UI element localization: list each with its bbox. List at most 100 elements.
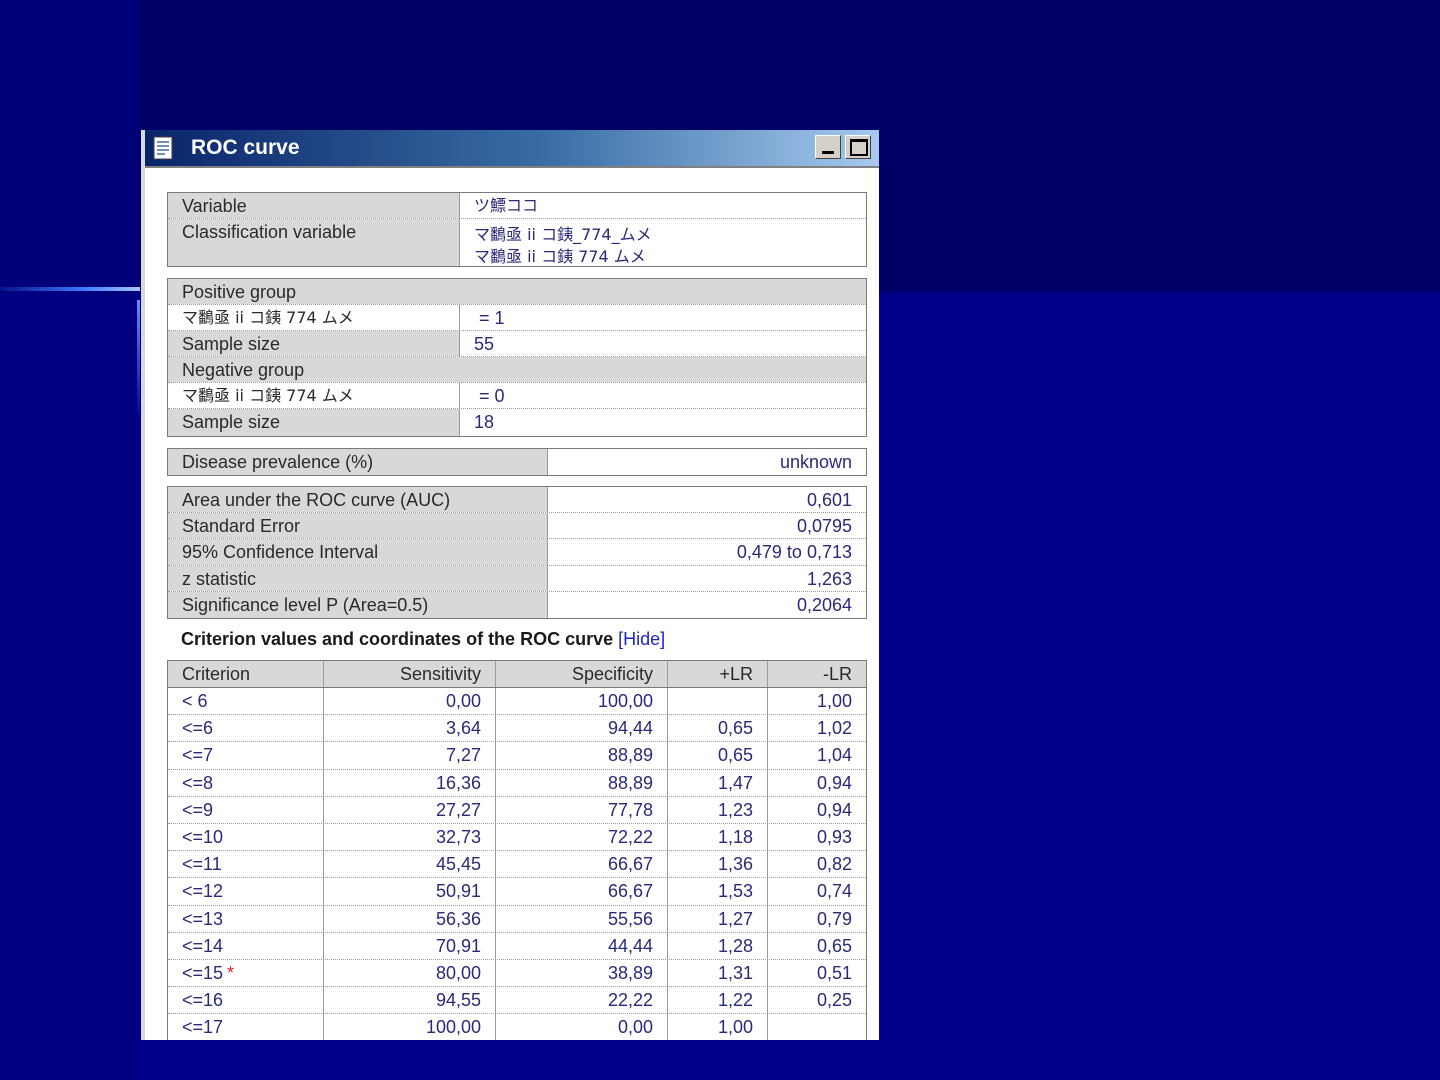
minus-lr-cell: 0,93: [816, 826, 852, 847]
specificity-cell: 55,56: [496, 905, 668, 932]
slide-accent-vertical-line: [137, 300, 140, 420]
criterion-cell: <=8: [168, 769, 324, 796]
criterion-cell: < 6: [168, 688, 324, 715]
stats-value: 0,0795: [796, 516, 852, 537]
minus-lr-cell: 0,51: [816, 962, 852, 983]
specificity-cell: 44,44: [496, 932, 668, 959]
classification-row: Classification variable マ鷭亟 ii コ銕_774_ムメ…: [168, 219, 866, 266]
plus-lr-cell: 1,23: [668, 796, 768, 823]
sensitivity-cell: 50,91: [324, 878, 496, 905]
header-specificity: Specificity: [496, 661, 668, 687]
criterion-value: <=15: [182, 962, 224, 983]
optimal-criterion-marker: *: [227, 962, 235, 983]
sensitivity-cell: 3,64: [324, 715, 496, 742]
stats-row: z statistic 1,263: [168, 565, 866, 592]
specificity-cell: 88,89: [496, 769, 668, 796]
criterion-table-header: Criterion Sensitivity Specificity +LR -L…: [168, 661, 866, 688]
slide-accent-line: [0, 287, 140, 291]
negative-condition-row: マ鷭亟 ii コ銕 774 ムメ = 0: [168, 383, 866, 409]
header-plus-lr: +LR: [668, 661, 768, 687]
report-content: Variable ツ鰾ココ Classification variable マ鷭…: [145, 166, 879, 1040]
criterion-value: <=16: [182, 990, 224, 1011]
plus-lr-cell: 0,65: [668, 742, 768, 769]
table-row: <=12 50,91 66,67 1,53 0,74: [168, 878, 866, 906]
criterion-heading-text: Criterion values and coordinates of the …: [181, 629, 614, 649]
window-titlebar[interactable]: ROC curve: [145, 130, 879, 166]
sensitivity-cell: 45,45: [324, 851, 496, 878]
classification-value-line-1: マ鷭亟 ii コ銕_774_ムメ: [474, 225, 652, 244]
plus-lr-cell: 1,36: [668, 851, 768, 878]
table-row: <=17 100,00 0,00 1,00: [168, 1014, 866, 1040]
variable-panel: Variable ツ鰾ココ Classification variable マ鷭…: [167, 192, 867, 267]
criterion-section-heading: Criterion values and coordinates of the …: [181, 629, 665, 650]
classification-value-line-2: マ鷭亟 ii コ銕 774 ムメ: [474, 247, 646, 266]
minus-lr-cell: 0,25: [816, 990, 852, 1011]
specificity-cell: 94,44: [496, 715, 668, 742]
plus-lr-cell: 1,00: [668, 1014, 768, 1040]
minus-lr-cell: 1,04: [816, 745, 852, 766]
table-row: <=10 32,73 72,22 1,18 0,93: [168, 823, 866, 852]
specificity-cell: 77,78: [496, 796, 668, 823]
criterion-value: < 6: [182, 691, 208, 711]
positive-condition-row: マ鷭亟 ii コ銕 774 ムメ = 1: [168, 305, 866, 331]
negative-size-row: Sample size 18: [168, 409, 866, 436]
plus-lr-cell: 1,27: [668, 905, 768, 932]
sensitivity-cell: 56,36: [324, 905, 496, 932]
minus-lr-cell: 0,94: [816, 772, 852, 793]
variable-label: Variable: [168, 193, 460, 218]
stats-panel: Area under the ROC curve (AUC) 0,601 Sta…: [167, 486, 867, 619]
minus-lr-cell: 1,00: [816, 691, 852, 711]
table-row: < 6 0,00 100,00 1,00: [168, 688, 866, 716]
minus-lr-cell: 0,82: [816, 854, 852, 875]
table-row: <=11 45,45 66,67 1,36 0,82: [168, 851, 866, 879]
classification-value: マ鷭亟 ii コ銕_774_ムメ マ鷭亟 ii コ銕 774 ムメ: [460, 219, 866, 266]
prevalence-label: Disease prevalence (%): [168, 449, 548, 475]
criterion-value: <=9: [182, 799, 214, 820]
stats-row: Significance level P (Area=0.5) 0,2064: [168, 591, 866, 618]
specificity-cell: 88,89: [496, 742, 668, 769]
criterion-cell: <=14: [168, 932, 324, 959]
specificity-cell: 22,22: [496, 987, 668, 1014]
header-minus-lr: -LR: [822, 664, 852, 684]
plus-lr-cell: 1,31: [668, 959, 768, 987]
stats-row: 95% Confidence Interval 0,479 to 0,713: [168, 539, 866, 566]
negative-size-value: 18: [474, 412, 495, 432]
table-row: <=8 16,36 88,89 1,47 0,94: [168, 769, 866, 797]
stats-label: Significance level P (Area=0.5): [168, 591, 548, 618]
minus-lr-cell: 0,94: [816, 799, 852, 820]
sensitivity-cell: 0,00: [324, 688, 496, 715]
stats-label: Area under the ROC curve (AUC): [168, 487, 548, 513]
specificity-cell: 66,67: [496, 878, 668, 905]
header-sensitivity: Sensitivity: [324, 661, 496, 687]
slide-left-strip-lower: [0, 292, 138, 1080]
stats-row: Standard Error 0,0795: [168, 513, 866, 540]
specificity-cell: 66,67: [496, 851, 668, 878]
stats-label: Standard Error: [168, 513, 548, 539]
positive-group-label: Positive group: [168, 279, 866, 304]
plus-lr-cell: 1,22: [668, 987, 768, 1014]
minus-lr-cell: 0,79: [816, 908, 852, 929]
criterion-table-body: < 6 0,00 100,00 1,00 <=6 3,64 94,44 0,65 1,02 <=7…: [168, 688, 866, 1040]
negative-variable: マ鷭亟 ii コ銕 774 ムメ: [168, 383, 460, 408]
plus-lr-cell: 1,28: [668, 932, 768, 959]
minimize-button[interactable]: [815, 135, 841, 159]
window-title: ROC curve: [191, 136, 300, 159]
criterion-cell: <=16: [168, 987, 324, 1014]
positive-size-row: Sample size 55: [168, 331, 866, 357]
prevalence-panel: Disease prevalence (%) unknown: [167, 448, 867, 476]
maximize-button[interactable]: [845, 135, 871, 159]
sensitivity-cell: 70,91: [324, 932, 496, 959]
roc-curve-window: ROC curve Variable ツ鰾ココ Classification v…: [141, 130, 879, 1040]
criterion-cell: <=12: [168, 878, 324, 905]
hide-link[interactable]: [Hide]: [618, 629, 665, 649]
plus-lr-cell: 1,53: [668, 878, 768, 905]
table-row: <=13 56,36 55,56 1,27 0,79: [168, 905, 866, 933]
sensitivity-cell: 94,55: [324, 987, 496, 1014]
criterion-table: Criterion Sensitivity Specificity +LR -L…: [167, 660, 867, 1040]
minus-lr-cell: 0,65: [816, 935, 852, 956]
stats-value: 0,601: [806, 490, 852, 510]
classification-label: Classification variable: [168, 219, 460, 266]
criterion-value: <=10: [182, 826, 224, 847]
sensitivity-cell: 32,73: [324, 823, 496, 851]
sensitivity-cell: 27,27: [324, 796, 496, 823]
